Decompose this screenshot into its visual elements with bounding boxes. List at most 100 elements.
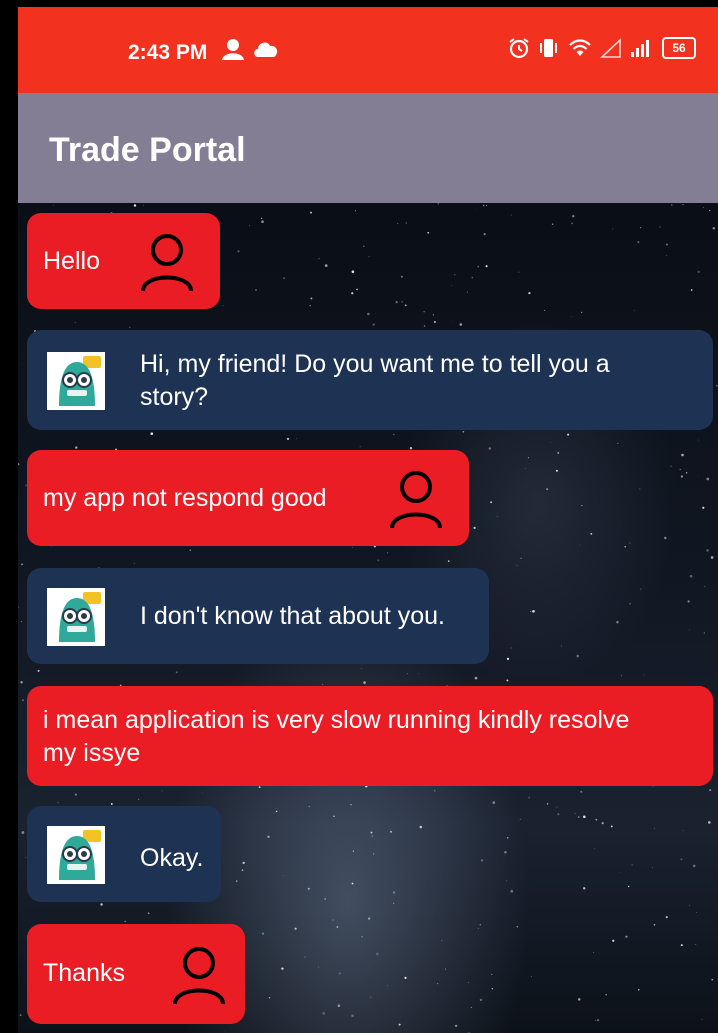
star	[376, 952, 379, 956]
star	[557, 813, 560, 816]
star	[631, 864, 633, 866]
star	[437, 983, 439, 985]
star	[318, 966, 320, 968]
star	[322, 683, 324, 685]
star	[74, 793, 78, 796]
star	[370, 831, 373, 834]
star	[716, 384, 718, 387]
star	[387, 552, 389, 554]
star	[462, 430, 465, 433]
star	[601, 822, 604, 825]
star	[690, 289, 693, 291]
star	[21, 831, 25, 834]
star	[506, 657, 510, 661]
star	[477, 265, 480, 268]
star	[687, 600, 690, 603]
cloud-icon	[254, 42, 278, 57]
star	[189, 549, 191, 551]
star	[318, 258, 320, 260]
star	[697, 270, 700, 274]
star	[525, 468, 526, 469]
star	[372, 323, 375, 326]
star	[666, 254, 668, 256]
star	[596, 1018, 600, 1022]
star	[491, 973, 493, 975]
star	[546, 803, 549, 805]
star	[640, 227, 642, 229]
star	[447, 560, 450, 562]
star	[616, 621, 619, 624]
star	[333, 815, 335, 817]
star	[310, 297, 313, 300]
star	[75, 446, 78, 449]
star	[468, 982, 469, 983]
star	[485, 265, 488, 268]
star	[433, 320, 436, 324]
message-text: Okay.	[140, 844, 204, 872]
star	[57, 802, 59, 803]
star	[556, 806, 558, 808]
star	[709, 789, 712, 792]
star	[620, 675, 623, 677]
star	[470, 1006, 473, 1009]
star	[147, 912, 150, 915]
user-message-bubble: i mean application is very slow running …	[27, 686, 713, 786]
star	[400, 275, 403, 278]
star	[504, 850, 507, 854]
star	[549, 442, 551, 443]
star	[605, 993, 607, 996]
star	[711, 978, 714, 981]
star	[682, 830, 684, 832]
star	[404, 304, 407, 307]
star	[404, 976, 407, 980]
star	[21, 699, 24, 702]
star	[242, 861, 245, 865]
star	[706, 477, 710, 481]
star	[133, 204, 137, 207]
star	[567, 433, 570, 436]
star	[432, 314, 434, 316]
vibrate-icon	[540, 39, 557, 57]
star	[398, 1023, 401, 1026]
star	[581, 505, 583, 507]
star	[577, 816, 580, 818]
star	[405, 222, 407, 224]
star	[702, 506, 705, 509]
profile-notification-icon	[222, 39, 244, 60]
star	[689, 629, 690, 631]
star	[701, 1018, 703, 1020]
message-text: I don't know that about you.	[140, 602, 445, 630]
star	[322, 1012, 326, 1015]
star	[528, 796, 531, 799]
star	[261, 217, 263, 219]
star	[477, 927, 479, 929]
star	[324, 898, 327, 900]
star	[332, 919, 334, 921]
star	[351, 270, 355, 273]
star	[19, 1014, 22, 1017]
star	[688, 905, 690, 906]
star	[610, 825, 613, 828]
star	[594, 1019, 596, 1021]
star	[576, 654, 579, 658]
star	[294, 927, 297, 930]
star	[397, 222, 399, 224]
star	[304, 956, 306, 958]
star	[371, 835, 374, 837]
star	[681, 453, 684, 457]
star	[355, 210, 356, 212]
star	[367, 312, 370, 316]
star	[418, 672, 419, 674]
star	[695, 944, 697, 946]
star	[336, 926, 339, 928]
star	[506, 880, 507, 882]
star	[475, 209, 477, 210]
star	[546, 488, 549, 491]
wifi-icon	[569, 39, 591, 56]
star	[682, 203, 684, 206]
app-bar: Trade Portal	[18, 93, 718, 203]
chat-area[interactable]: Hello Hi, my friend! Do you want me to t…	[18, 203, 718, 1033]
star	[454, 273, 456, 276]
star	[466, 291, 468, 293]
star	[692, 864, 696, 868]
